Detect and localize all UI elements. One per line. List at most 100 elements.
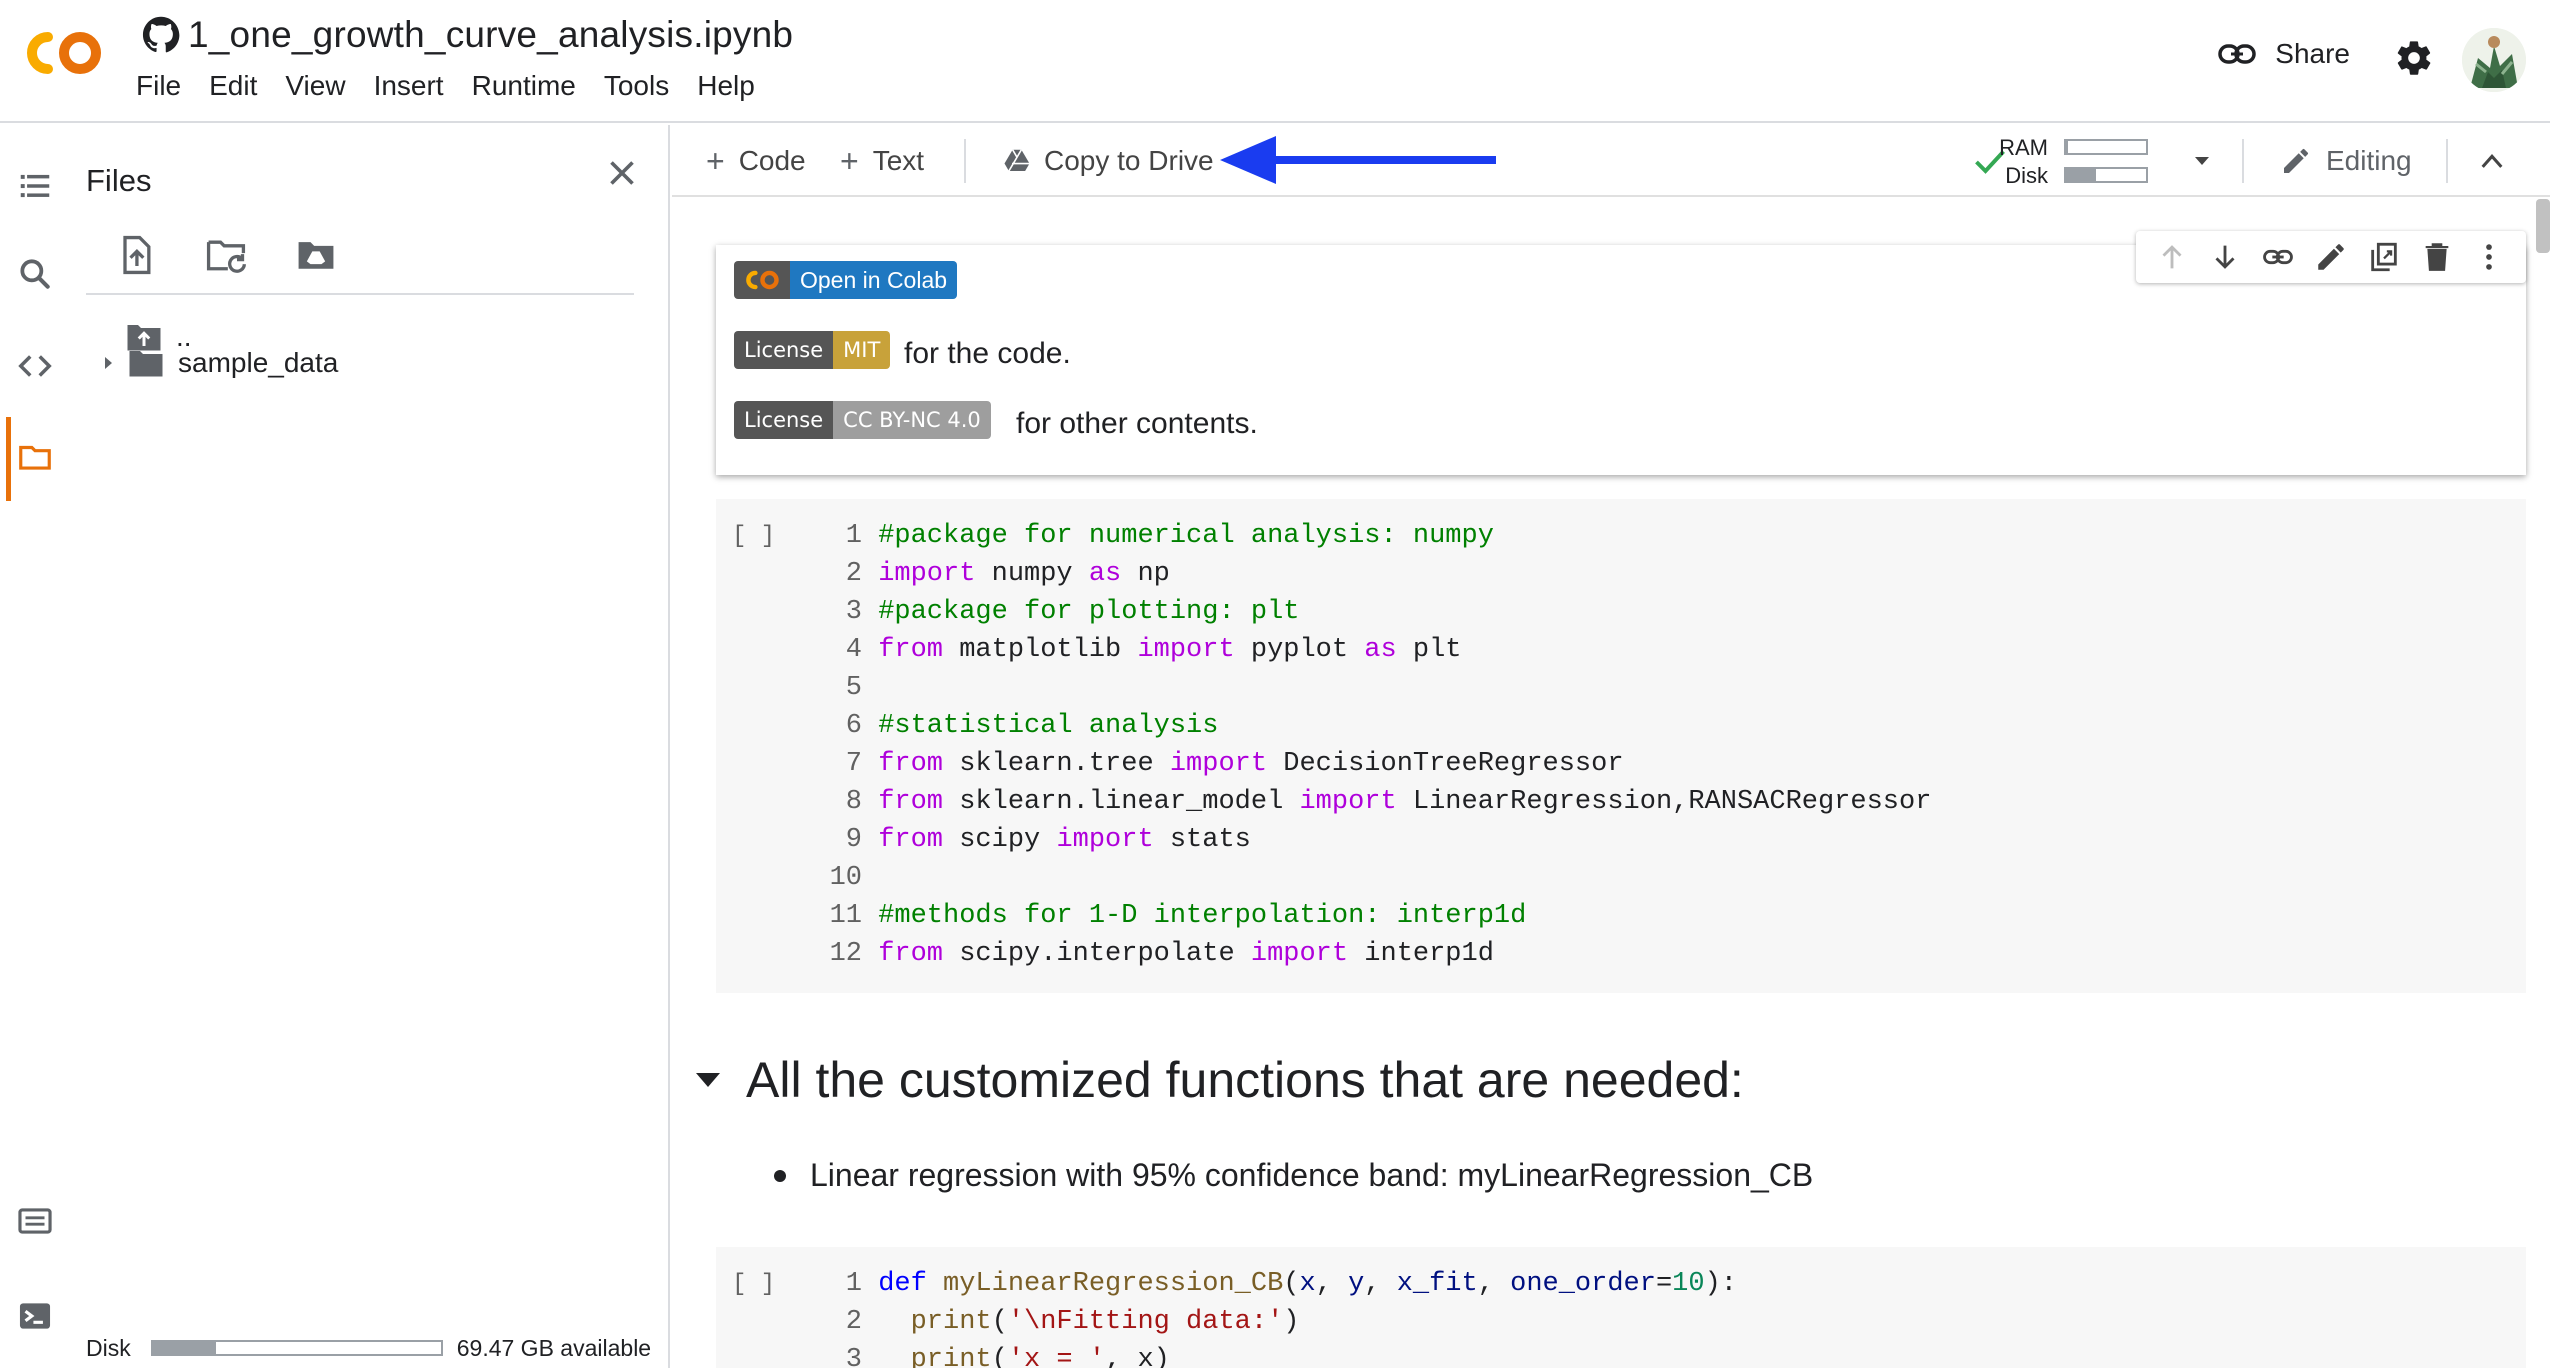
menu-runtime[interactable]: Runtime (472, 70, 576, 102)
line-number: 1 (845, 521, 862, 551)
chevron-right-icon[interactable] (98, 353, 118, 373)
line-number: 9 (845, 825, 862, 855)
caret-down-icon[interactable] (2190, 151, 2214, 171)
add-code-label: Code (738, 145, 806, 176)
add-code-button[interactable]: + Code (706, 139, 806, 183)
table-of-contents-icon[interactable] (16, 167, 54, 205)
drive-icon (1004, 149, 1030, 172)
active-tab-indicator (6, 417, 11, 501)
files-panel: Files .. sample_data Disk 69.47 GB avail… (68, 125, 670, 1368)
chevron-up-icon[interactable] (2478, 149, 2506, 173)
menu-tools[interactable]: Tools (604, 70, 669, 102)
menu-help[interactable]: Help (697, 70, 755, 102)
line-number: 12 (829, 939, 862, 969)
line-number: 5 (845, 673, 862, 703)
add-text-button[interactable]: + Text (840, 139, 924, 183)
menu-edit[interactable]: Edit (209, 70, 257, 102)
license-mit-text: for the code. (904, 337, 1071, 370)
license-badge-left: License (734, 331, 834, 369)
code-cell[interactable]: [ ] 1 #package for numerical analysis: n… (716, 499, 2526, 993)
blue-annotation-arrow (1220, 136, 1496, 184)
mirror-cell-icon[interactable] (2367, 240, 2401, 274)
line-number: 2 (845, 1307, 862, 1337)
run-cell-button[interactable]: [ ] (732, 523, 775, 550)
files-separator (86, 293, 634, 295)
code-snippets-icon[interactable] (16, 347, 54, 385)
link-icon[interactable] (2261, 240, 2295, 274)
collapse-section-icon[interactable] (696, 1073, 720, 1087)
user-avatar[interactable] (2462, 28, 2526, 92)
cell-toolbar (2136, 231, 2526, 283)
line-number: 7 (845, 749, 862, 779)
code-editor[interactable]: 1 #package for numerical analysis: numpy… (802, 517, 1932, 973)
plus-icon: + (840, 142, 859, 179)
refresh-folder-icon[interactable] (204, 233, 248, 277)
scrollbar-thumb[interactable] (2536, 199, 2550, 253)
line-number: 3 (845, 1345, 862, 1368)
ram-bar (2064, 139, 2148, 155)
delete-icon[interactable] (2420, 240, 2454, 274)
code-cell[interactable]: [ ] 1 def myLinearRegression_CB(x, y, x_… (716, 1247, 2526, 1368)
menu-insert[interactable]: Insert (374, 70, 444, 102)
colab-logo[interactable] (20, 28, 106, 78)
terminal-icon[interactable] (16, 1297, 54, 1335)
run-cell-button[interactable]: [ ] (732, 1271, 775, 1298)
line-number: 10 (829, 863, 862, 893)
license-cc-badge[interactable]: License CC BY-NC 4.0 (734, 401, 991, 439)
edit-icon[interactable] (2314, 240, 2348, 274)
license-mit-badge[interactable]: License MIT (734, 331, 891, 369)
move-down-icon[interactable] (2208, 240, 2242, 274)
tree-row-sample-data[interactable]: sample_data (84, 347, 338, 379)
disk-bar (2064, 167, 2148, 183)
line-number: 4 (845, 635, 862, 665)
editing-mode-button[interactable]: Editing (2280, 139, 2412, 183)
share-label: Share (2275, 38, 2350, 69)
code-editor[interactable]: 1 def myLinearRegression_CB(x, y, x_fit,… (802, 1265, 1737, 1368)
ram-fill (2066, 141, 2068, 153)
folder-icon[interactable] (16, 438, 54, 476)
upload-file-icon[interactable] (114, 233, 158, 277)
line-number: 2 (845, 559, 862, 589)
bullet-text: Linear regression with 95% confidence ba… (810, 1157, 1814, 1193)
menu-file[interactable]: File (136, 70, 181, 102)
files-toolbar (114, 233, 384, 277)
colab-badge-logo (734, 261, 790, 299)
top-header: 1_one_growth_curve_analysis.ipynb File E… (0, 0, 2550, 123)
plus-icon: + (706, 142, 725, 179)
command-palette-icon[interactable] (16, 1202, 54, 1240)
line-number: 11 (829, 901, 862, 931)
github-icon (142, 16, 180, 53)
license-badge-right: MIT (833, 331, 891, 369)
disk-fill (2066, 169, 2097, 181)
move-up-icon[interactable] (2155, 240, 2189, 274)
open-in-colab-badge[interactable]: Open in Colab (734, 261, 958, 299)
colab-logo (746, 270, 779, 290)
mount-drive-icon[interactable] (294, 233, 338, 277)
disk-usage-bar (150, 1340, 443, 1356)
disk-usage: Disk 69.47 GB available (86, 1328, 651, 1368)
files-panel-title: Files (86, 163, 152, 198)
pencil-icon (2284, 149, 2308, 173)
bullet-dot (774, 1169, 786, 1182)
line-number: 6 (845, 711, 862, 741)
ram-label: RAM (1999, 135, 2048, 160)
line-number: 8 (845, 787, 862, 817)
tree-item-label: sample_data (178, 347, 339, 378)
gear-icon[interactable] (2394, 38, 2434, 78)
menu-view[interactable]: View (285, 70, 345, 102)
notebook-title[interactable]: 1_one_growth_curve_analysis.ipynb (188, 14, 793, 56)
notebook-area: Open in Colab License MIT for the code. … (672, 199, 2550, 1368)
text-cell-badges[interactable]: Open in Colab License MIT for the code. … (716, 231, 2526, 475)
disk-usage-fill (152, 1342, 217, 1354)
copy-to-drive-button[interactable]: Copy to Drive (1002, 139, 1214, 183)
menu-bar: File Edit View Insert Runtime Tools Help (136, 70, 783, 102)
more-vert-icon[interactable] (2472, 240, 2506, 274)
ram-disk-indicator[interactable]: RAM Disk (1968, 131, 2148, 191)
license-badge-right: CC BY-NC 4.0 (833, 401, 991, 439)
search-icon[interactable] (16, 255, 54, 293)
add-text-label: Text (872, 145, 925, 176)
close-icon[interactable] (604, 155, 640, 191)
section-heading: All the customized functions that are ne… (686, 1051, 1744, 1109)
share-button[interactable]: Share (2217, 38, 2350, 70)
toolbar-divider (964, 139, 966, 183)
